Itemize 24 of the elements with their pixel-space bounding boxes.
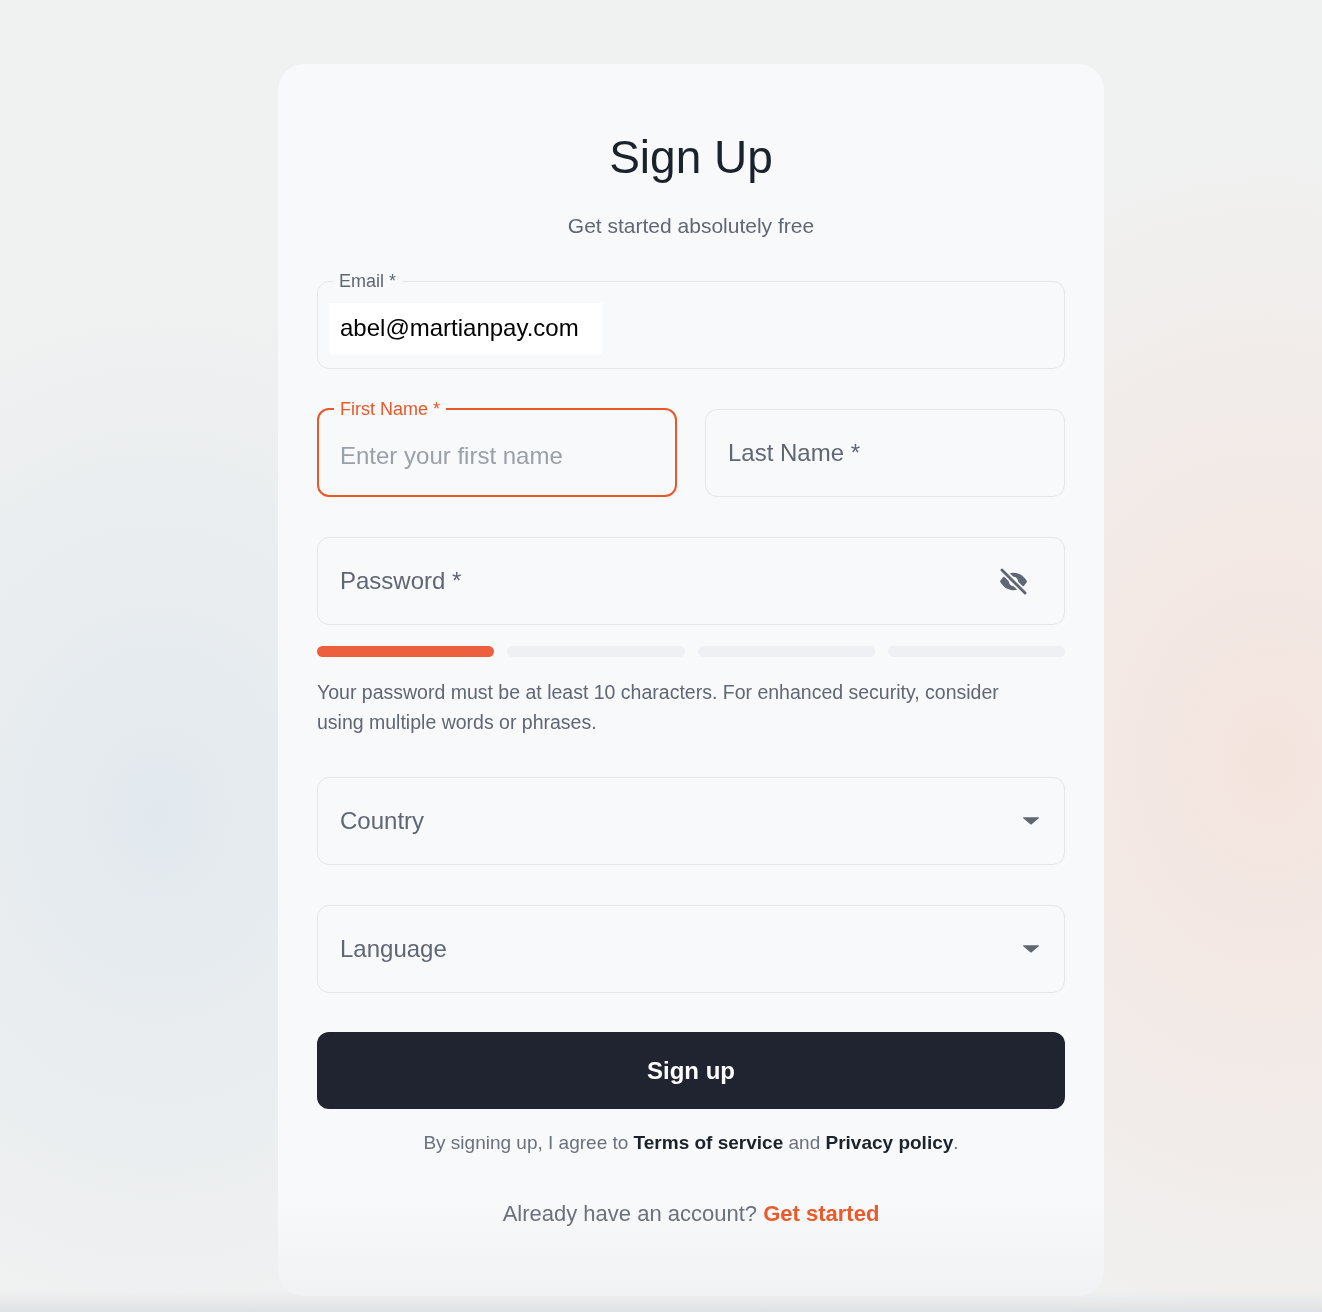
dropdown-field[interactable]: Country bbox=[317, 777, 1065, 865]
eye-slash-icon[interactable] bbox=[1000, 567, 1027, 595]
password-hint: Your password must be at least 10 characters. For enhanced security, consider using multiple words or phrases. bbox=[317, 680, 1000, 735]
field-label: Email * bbox=[338, 270, 397, 292]
text-input[interactable]: Enter your first name bbox=[340, 430, 654, 482]
input-field[interactable]: Last Name * bbox=[705, 409, 1065, 497]
caret-icon bbox=[1023, 817, 1039, 825]
policy-link[interactable]: Privacy policy bbox=[825, 1132, 954, 1153]
get-started-link[interactable]: Get started bbox=[763, 1201, 880, 1226]
field-label: First Name * bbox=[339, 398, 441, 420]
form-subtitle: Get started absolutely free bbox=[566, 213, 816, 239]
password-field[interactable]: Password * bbox=[317, 537, 1065, 625]
caret-icon bbox=[1023, 945, 1039, 953]
field-label: Password * bbox=[340, 566, 462, 596]
field-label: Last Name * bbox=[728, 438, 861, 468]
dropdown-field[interactable]: Language bbox=[317, 905, 1065, 993]
policy-link[interactable]: Terms of service bbox=[633, 1132, 784, 1153]
field-label: Language bbox=[340, 934, 447, 964]
text-input[interactable]: abel@martianpay.com bbox=[329, 302, 602, 354]
field-label: Country bbox=[340, 806, 425, 836]
signin-prompt: Already have an account? Get started bbox=[501, 1200, 881, 1228]
terms-text: By signing up, I agree to Terms of service and Privacy policy. bbox=[422, 1131, 960, 1155]
form-title: Sign Up bbox=[608, 130, 774, 185]
sign-up-button[interactable]: Sign up bbox=[317, 1032, 1065, 1109]
